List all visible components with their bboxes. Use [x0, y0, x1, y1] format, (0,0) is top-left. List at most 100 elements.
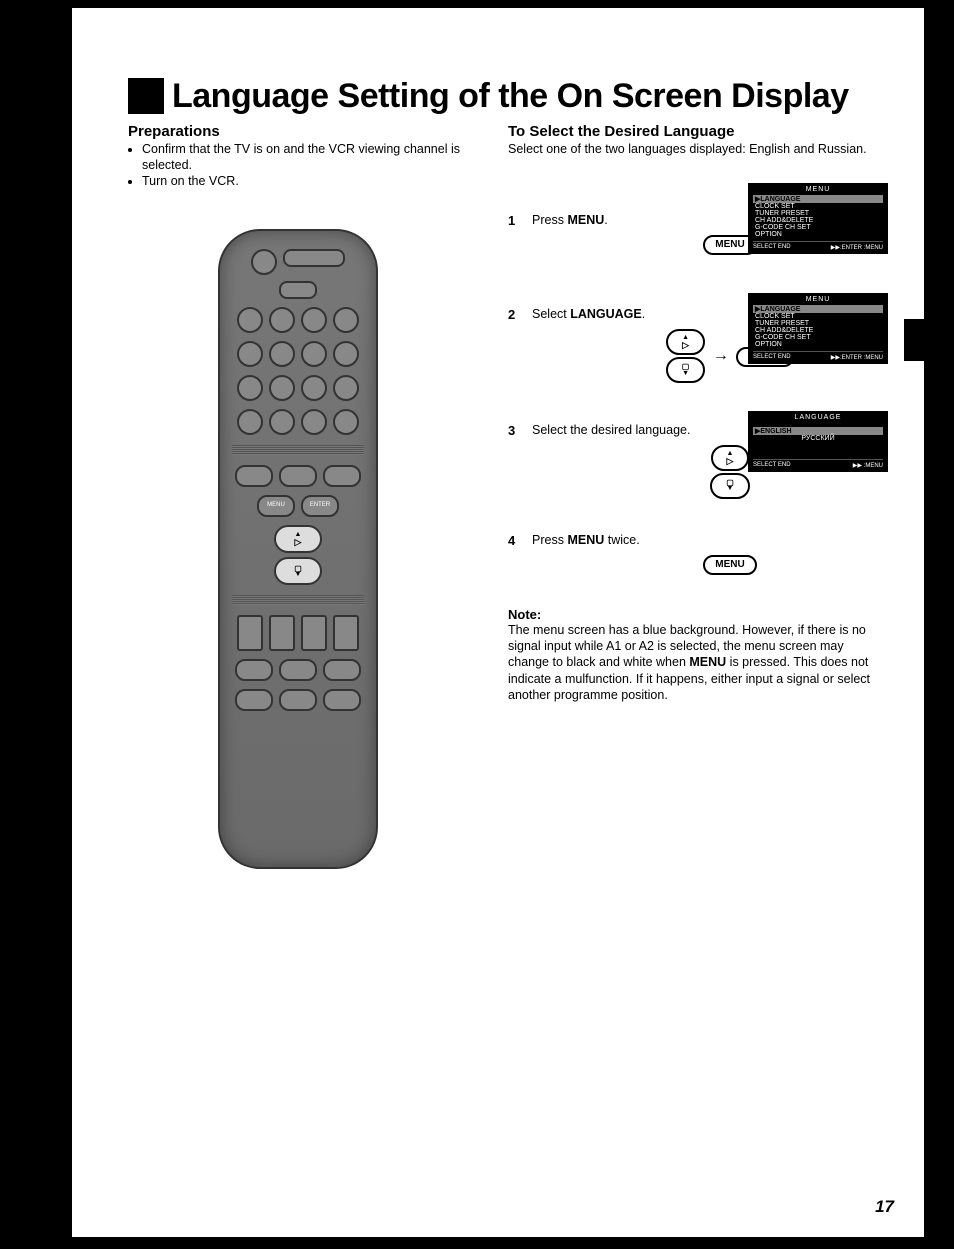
page-edge-top [0, 0, 954, 8]
osd-footer: SELECT END ▶▶:ENTER :MENU [753, 241, 883, 251]
osd-item: OPTION [753, 341, 883, 348]
page-number: 17 [875, 1197, 894, 1217]
transport-4 [235, 689, 273, 711]
ch-button [237, 615, 263, 651]
step-icons: MENU [572, 555, 888, 575]
minus-button [333, 409, 359, 435]
osd-screen-language: LANGUAGE ▶ENGLISH РУССКИЙ SELECT END ▶▶ … [748, 411, 888, 472]
osd-item: CLOCK SET [753, 313, 883, 320]
enter-button-remote: ENTER [301, 495, 339, 517]
cursor-up [274, 525, 322, 553]
step-text-pre: Select [532, 307, 570, 321]
page-title: Language Setting of the On Screen Displa… [172, 78, 849, 115]
note-part-bold: MENU [689, 655, 726, 669]
plus-button [333, 375, 359, 401]
select-language-intro: Select one of the two languages displaye… [508, 142, 888, 158]
step-text-post: . [604, 213, 607, 227]
step-text-bold: LANGUAGE [570, 307, 642, 321]
right-column: Setting Up To Select the Desired Languag… [508, 123, 888, 869]
digit-6 [301, 341, 327, 367]
osd-title: LANGUAGE [753, 414, 883, 421]
remote-body: MENU ENTER [218, 229, 378, 869]
step-number: 1 [508, 213, 522, 228]
osd-item: CH ADD&DELETE [753, 327, 883, 334]
osd-item: CH ADD&DELETE [753, 217, 883, 224]
remote-divider [232, 445, 364, 455]
osd-item: TUNER PRESET [753, 210, 883, 217]
transport-3 [323, 659, 361, 681]
note-title: Note: [508, 607, 888, 622]
manual-page: Language Setting of the On Screen Displa… [0, 0, 954, 1249]
channel-up [333, 307, 359, 333]
cursor-down [274, 557, 322, 585]
transport-5 [279, 689, 317, 711]
page-edge-bottom [0, 1237, 954, 1249]
osd-footer-right: ▶▶:ENTER :MENU [831, 354, 883, 361]
menu-button-remote: MENU [257, 495, 295, 517]
section-tab-icon [904, 319, 934, 361]
digit-9 [301, 375, 327, 401]
step-number: 2 [508, 307, 522, 322]
digit-8 [269, 375, 295, 401]
on-button [301, 615, 327, 651]
step-text-bold: MENU [567, 213, 604, 227]
columns: Preparations Confirm that the TV is on a… [128, 123, 888, 869]
osd-item: OPTION [753, 231, 883, 238]
off-button [333, 615, 359, 651]
cursor-up-key-icon [666, 329, 705, 355]
step-text-post: . [642, 307, 645, 321]
digit-2 [269, 307, 295, 333]
osd-item: TUNER PRESET [753, 320, 883, 327]
plus-minus [301, 409, 327, 435]
remote-control-illustration: MENU ENTER [218, 229, 378, 869]
cursor-down-key-icon [710, 473, 750, 498]
osd-footer: SELECT END ▶▶ :MENU [753, 459, 883, 469]
step-4: 4 Press MENU twice. MENU [508, 533, 888, 579]
note-body: The menu screen has a blue background. H… [508, 622, 888, 703]
digit-0 [269, 409, 295, 435]
misc-button [237, 409, 263, 435]
content-area: Language Setting of the On Screen Displa… [128, 78, 888, 869]
page-edge-right [924, 0, 954, 1249]
osd-item: G-CODE CH SET [753, 224, 883, 231]
step-text-post: twice. [604, 533, 639, 547]
small-oval-3 [323, 465, 361, 487]
ant-out-button [279, 281, 317, 299]
arrow-right-icon: → [713, 347, 729, 364]
osd-footer: SELECT END ▶▶:ENTER :MENU [753, 351, 883, 361]
osd-screen-menu-2: MENU ▶LANGUAGE CLOCK SET TUNER PRESET CH… [748, 293, 888, 364]
osd-title: MENU [753, 296, 883, 303]
power-button [251, 249, 277, 275]
page-edge-left [0, 0, 72, 1249]
preparations-item: Turn on the VCR. [142, 174, 488, 190]
left-column: Preparations Confirm that the TV is on a… [128, 123, 488, 869]
osd-footer-left: SELECT END [753, 354, 791, 361]
step-text-bold: MENU [567, 533, 604, 547]
date-button [269, 615, 295, 651]
digit-5 [269, 341, 295, 367]
osd-footer-left: SELECT END [753, 462, 791, 469]
osd-item: G-CODE CH SET [753, 334, 883, 341]
osd-highlighted-item: ▶LANGUAGE [753, 305, 883, 313]
step-text-pre: Press [532, 533, 567, 547]
title-row: Language Setting of the On Screen Displa… [128, 78, 888, 115]
osd-highlighted-item: ▶LANGUAGE [753, 195, 883, 203]
osd-item: CLOCK SET [753, 203, 883, 210]
preparations-item: Confirm that the TV is on and the VCR vi… [142, 142, 488, 173]
note-block: Note: The menu screen has a blue backgro… [508, 607, 888, 703]
osd-footer-right: ▶▶ :MENU [853, 462, 883, 469]
step-text-pre: Select the desired language. [532, 423, 690, 437]
section-tab-label: Setting Up [932, 371, 954, 460]
small-oval-1 [235, 465, 273, 487]
digit-1 [237, 307, 263, 333]
osd-title: MENU [753, 186, 883, 193]
preparations-list: Confirm that the TV is on and the VCR vi… [128, 142, 488, 189]
digit-7 [237, 375, 263, 401]
cursor-down-key-icon [666, 357, 706, 382]
digit-3 [301, 307, 327, 333]
osd-footer-left: SELECT END [753, 244, 791, 251]
vcr-tv-switch [283, 249, 345, 267]
step-number: 4 [508, 533, 522, 548]
digit-4 [237, 341, 263, 367]
osd-footer-right: ▶▶:ENTER :MENU [831, 244, 883, 251]
